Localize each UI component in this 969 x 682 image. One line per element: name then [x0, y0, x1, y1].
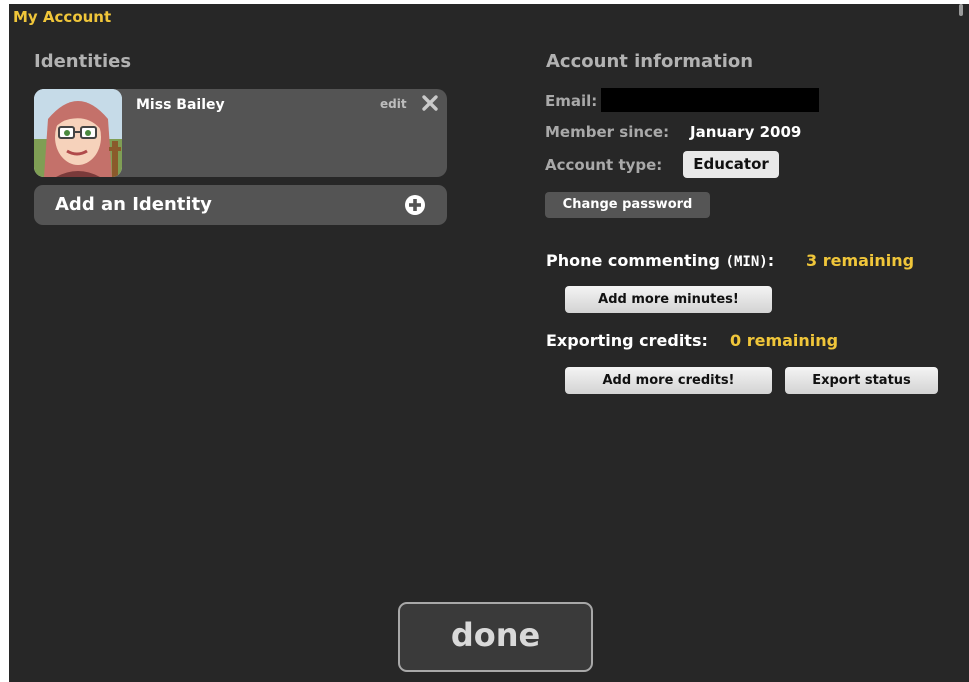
account-type-badge: Educator [683, 151, 779, 178]
phone-remaining: 3 remaining [806, 251, 915, 270]
account-information-heading: Account information [546, 51, 754, 72]
member-since-value: January 2009 [690, 123, 802, 141]
add-more-credits-button[interactable]: Add more credits! [565, 367, 772, 394]
add-identity-label: Add an Identity [55, 194, 212, 215]
avatar [34, 89, 122, 177]
identity-name: Miss Bailey [136, 97, 225, 113]
add-identity-button[interactable]: Add an Identity [34, 185, 447, 225]
identity-card[interactable]: Miss Bailey edit [34, 89, 447, 177]
phone-commenting-text: Phone commenting [546, 251, 720, 270]
done-button[interactable]: done [398, 602, 593, 672]
add-more-minutes-button[interactable]: Add more minutes! [565, 286, 772, 313]
export-remaining: 0 remaining [730, 331, 839, 350]
email-label: Email: [545, 92, 598, 110]
phone-commenting-colon: : [767, 251, 775, 270]
member-since-label: Member since: [545, 123, 670, 141]
window-corner-handle [959, 4, 963, 16]
exporting-credits-label: Exporting credits: [546, 331, 708, 350]
my-account-window: My Account Identities Miss Bailey edit A… [9, 4, 969, 682]
plus-circle-icon [405, 195, 425, 215]
window-title: My Account [13, 8, 112, 26]
close-icon[interactable] [421, 94, 439, 112]
email-value-redacted [601, 88, 819, 112]
phone-commenting-unit: (MIN) [725, 254, 768, 270]
export-status-button[interactable]: Export status [785, 367, 938, 394]
phone-commenting-label: Phone commenting (MIN): [546, 251, 774, 270]
change-password-button[interactable]: Change password [545, 192, 710, 218]
cartoon-avatar-icon [34, 89, 122, 177]
edit-identity-link[interactable]: edit [380, 97, 407, 111]
identities-heading: Identities [34, 51, 132, 72]
account-type-label: Account type: [545, 156, 663, 174]
